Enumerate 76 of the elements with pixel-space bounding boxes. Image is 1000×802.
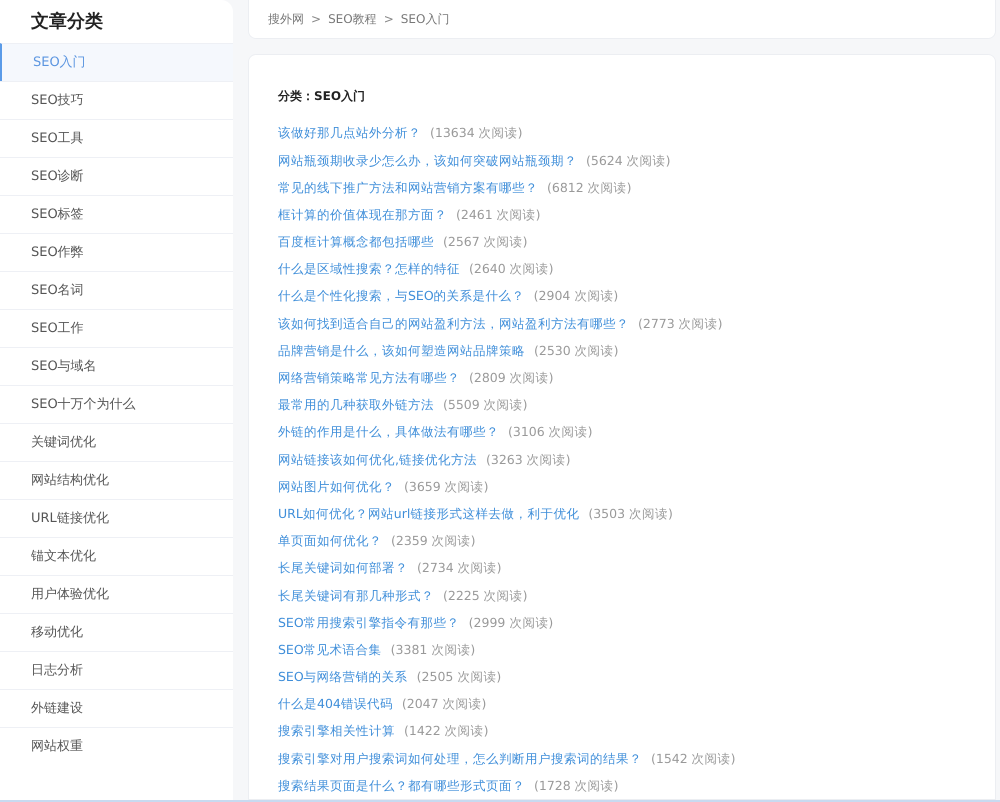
sidebar-item[interactable]: 网站权重 <box>0 727 233 765</box>
view-count: (2359 次阅读) <box>391 532 476 550</box>
sidebar-title: 文章分类 <box>30 10 104 34</box>
view-count: (2904 次阅读) <box>534 287 618 306</box>
sidebar-item[interactable]: SEO诊断 <box>0 157 233 195</box>
article-link[interactable]: SEO常见术语合集 <box>278 636 382 664</box>
article-link[interactable]: 单页面如何优化？ <box>278 527 382 554</box>
article-link[interactable]: SEO常用搜索引擎指令有那些？ <box>278 608 460 636</box>
view-count: (3381 次阅读) <box>390 640 476 659</box>
article-link[interactable]: 长尾关键词如何部署？ <box>278 554 408 582</box>
view-count: (2530 次阅读) <box>534 342 619 360</box>
sidebar-item[interactable]: SEO作弊 <box>0 233 233 271</box>
breadcrumb-link[interactable]: SEO教程 <box>328 10 377 28</box>
view-count: (2999 次阅读) <box>468 614 554 632</box>
article-link[interactable]: 外链的作用是什么，具体做法有哪些？ <box>278 418 499 446</box>
article-link[interactable]: 网站链接该如何优化,链接优化方法 <box>278 446 477 473</box>
view-count: (3106 次阅读) <box>508 423 593 442</box>
article-link[interactable]: 网络营销策略常见方法有哪些？ <box>278 364 460 392</box>
breadcrumb-link[interactable]: 搜外网 <box>268 10 304 28</box>
view-count: (3503 次阅读) <box>588 504 673 523</box>
article-link[interactable]: 网站瓶颈期收录少怎么办，该如何突破网站瓶颈期？ <box>278 146 577 174</box>
article-link[interactable]: 该如何找到适合自己的网站盈利方法，网站盈利方法有哪些？ <box>278 310 629 337</box>
article-link[interactable]: 框计算的价值体现在那方面？ <box>278 200 447 228</box>
sidebar-item[interactable]: SEO名词 <box>0 271 233 309</box>
article-link[interactable]: SEO与网络营销的关系 <box>278 663 408 690</box>
sidebar-item[interactable]: SEO工具 <box>0 119 233 157</box>
view-count: (1542 次阅读) <box>651 750 736 768</box>
article-link[interactable]: 搜索引擎相关性计算 <box>278 717 395 745</box>
article-link[interactable]: 常见的线下推广方法和网站营销方案有哪些？ <box>278 174 538 201</box>
view-count: (2773 次阅读) <box>638 314 723 333</box>
sidebar-item[interactable]: 移动优化 <box>0 613 233 651</box>
sidebar-item[interactable]: 关键词优化 <box>0 423 233 461</box>
sidebar-item[interactable]: SEO技巧 <box>0 81 233 119</box>
view-count: (2225 次阅读) <box>443 586 528 604</box>
article-link[interactable]: 百度框计算概念都包括哪些 <box>278 228 434 256</box>
article-link[interactable]: 该做好那几点站外分析？ <box>278 119 421 146</box>
article-link[interactable]: 长尾关键词有那几种形式？ <box>278 582 434 609</box>
view-count: (2734 次阅读) <box>417 559 502 578</box>
view-count: (2461 次阅读) <box>456 206 541 224</box>
article-link[interactable]: 搜索引擎对用户搜索词如何处理，怎么判断用户搜索词的结果？ <box>278 744 642 772</box>
view-count: (2567 次阅读) <box>443 233 528 252</box>
breadcrumb-link[interactable]: SEO入门 <box>400 10 450 28</box>
view-count: (2505 次阅读) <box>416 668 502 686</box>
sidebar-item[interactable]: SEO标签 <box>0 195 233 233</box>
article-link[interactable]: 品牌营销是什么，该如何塑造网站品牌策略 <box>278 336 525 364</box>
view-count: (2640 次阅读) <box>469 260 554 278</box>
sidebar-item[interactable]: SEO十万个为什么 <box>0 385 233 423</box>
sidebar-item[interactable]: SEO入门 <box>0 43 233 81</box>
article-link[interactable]: 网站图片如何优化？ <box>278 472 395 500</box>
article-link[interactable]: URL如何优化？网站url链接形式这样去做，利于优化 <box>278 500 580 528</box>
sidebar-item[interactable]: 日志分析 <box>0 651 233 689</box>
view-count: (13634 次阅读) <box>430 124 522 142</box>
article-link[interactable]: 搜索结果页面是什么？都有哪些形式页面？ <box>278 772 525 799</box>
sidebar-item[interactable]: 锚文本优化 <box>0 537 233 575</box>
breadcrumb-separator: > <box>311 12 322 26</box>
category-heading: 分类：SEO入门 <box>278 88 366 106</box>
sidebar-item[interactable]: 用户体验优化 <box>0 575 233 613</box>
article-link[interactable]: 什么是区域性搜索？怎样的特征 <box>278 255 460 282</box>
view-count: (3263 次阅读) <box>486 450 571 469</box>
sidebar-item[interactable]: SEO工作 <box>0 309 233 347</box>
view-count: (2809 次阅读) <box>469 369 554 387</box>
sidebar-item[interactable]: 外链建设 <box>0 689 233 727</box>
view-count: (3659 次阅读) <box>404 478 489 496</box>
sidebar-item[interactable]: URL链接优化 <box>0 499 233 537</box>
view-count: (2047 次阅读) <box>402 695 486 714</box>
breadcrumb-separator: > <box>384 12 394 26</box>
view-count: (1422 次阅读) <box>404 722 489 740</box>
sidebar-item[interactable]: 网站结构优化 <box>0 461 233 499</box>
article-link[interactable]: 最常用的几种获取外链方法 <box>278 391 434 418</box>
article-link[interactable]: 什么是个性化搜索，与SEO的关系是什么？ <box>278 282 525 310</box>
view-count: (5624 次阅读) <box>586 152 671 170</box>
view-count: (6812 次阅读) <box>547 178 632 197</box>
view-count: (5509 次阅读) <box>443 396 528 414</box>
sidebar-item[interactable]: SEO与域名 <box>0 347 233 385</box>
view-count: (1728 次阅读) <box>534 776 619 795</box>
article-link[interactable]: 什么是404错误代码 <box>278 690 393 718</box>
